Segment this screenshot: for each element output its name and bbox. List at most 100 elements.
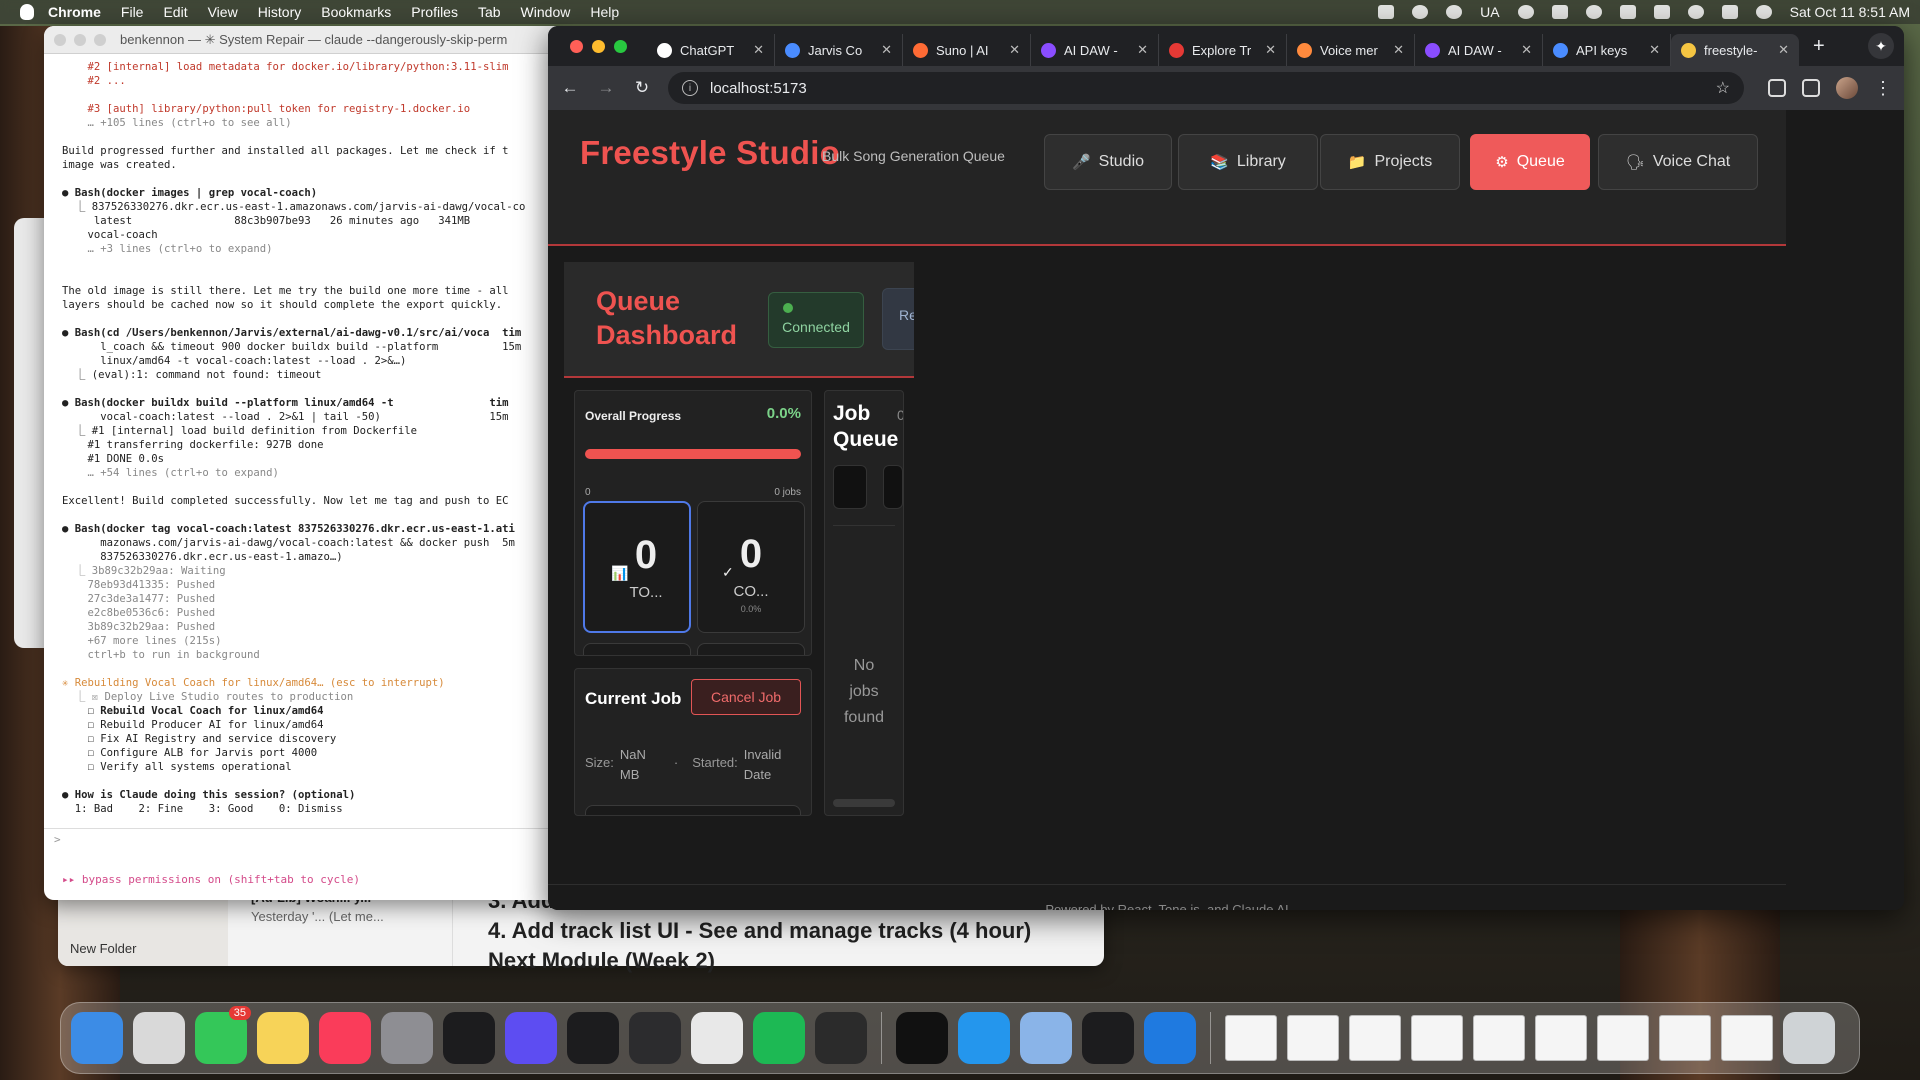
minimized-window-thumbnail[interactable] [1349, 1015, 1401, 1061]
settings-icon[interactable] [381, 1012, 433, 1064]
minimized-window-thumbnail[interactable] [1535, 1015, 1587, 1061]
close-tab-icon[interactable]: ✕ [1265, 42, 1276, 58]
nav-queue-button[interactable]: ⚙ Queue [1470, 134, 1590, 190]
zoom-icon[interactable] [94, 33, 106, 46]
close-icon[interactable] [570, 39, 583, 53]
address-bar[interactable]: i localhost:5173 ☆ [668, 72, 1744, 104]
instruments-icon[interactable] [443, 1012, 495, 1064]
terminal-icon[interactable] [896, 1012, 948, 1064]
forward-icon[interactable]: → [596, 78, 616, 98]
minimize-icon[interactable] [74, 33, 86, 46]
status-app-icon[interactable] [1551, 5, 1568, 19]
minimize-icon[interactable] [592, 39, 605, 53]
minimized-window-thumbnail[interactable] [1597, 1015, 1649, 1061]
browser-tab[interactable]: API keys ✕ [1543, 34, 1671, 66]
menu-item[interactable]: Help [590, 4, 619, 20]
control-center-icon[interactable] [1721, 5, 1738, 19]
browser-tab[interactable]: AI DAW - ✕ [1415, 34, 1543, 66]
voice-memos-icon[interactable] [1082, 1012, 1134, 1064]
preview-icon[interactable] [1020, 1012, 1072, 1064]
trash-icon[interactable] [1783, 1012, 1835, 1064]
extensions-icon[interactable] [1768, 79, 1786, 97]
gemini-icon[interactable]: ✦ [1868, 33, 1894, 59]
back-icon[interactable]: ← [560, 78, 580, 98]
minimized-window-thumbnail[interactable] [1659, 1015, 1711, 1061]
close-tab-icon[interactable]: ✕ [1137, 42, 1148, 58]
menu-item[interactable]: Profiles [411, 4, 458, 20]
logic-icon[interactable] [629, 1012, 681, 1064]
bookmark-star-icon[interactable]: ☆ [1716, 78, 1730, 98]
chrome-icon[interactable] [691, 1012, 743, 1064]
music-icon[interactable] [319, 1012, 371, 1064]
menu-item[interactable]: Window [521, 4, 571, 20]
zoom-icon[interactable] [614, 39, 627, 53]
menu-kebab-icon[interactable]: ⋮ [1874, 78, 1892, 99]
search-icon[interactable] [1687, 5, 1704, 19]
horizontal-scrollbar[interactable] [833, 799, 895, 807]
weather-icon[interactable] [1378, 5, 1395, 19]
launchpad-icon[interactable] [133, 1012, 185, 1064]
menu-app-name[interactable]: Chrome [48, 4, 101, 20]
docker-icon[interactable] [958, 1012, 1010, 1064]
cast-icon[interactable] [1802, 79, 1820, 97]
nav-studio-button[interactable]: 🎤 Studio [1044, 134, 1172, 190]
close-tab-icon[interactable]: ✕ [753, 42, 764, 58]
nav-library-button[interactable]: 📚 Library [1178, 134, 1318, 190]
menu-datetime[interactable]: Sat Oct 11 8:51 AM [1790, 4, 1910, 20]
browser-tab[interactable]: Voice mer ✕ [1287, 34, 1415, 66]
close-tab-icon[interactable]: ✕ [1778, 42, 1789, 58]
filter-chip[interactable] [883, 465, 903, 509]
close-tab-icon[interactable]: ✕ [1393, 42, 1404, 58]
filter-chip[interactable] [833, 465, 867, 509]
cancel-job-button[interactable]: Cancel Job [691, 679, 801, 715]
input-language[interactable]: UA [1480, 4, 1499, 20]
refresh-button[interactable]: Refre [882, 288, 914, 350]
browser-tab[interactable]: ChatGPT ✕ [647, 34, 775, 66]
menu-item[interactable]: History [258, 4, 302, 20]
close-icon[interactable] [54, 33, 66, 46]
atom-icon[interactable] [815, 1012, 867, 1064]
menu-item[interactable]: Edit [163, 4, 187, 20]
profile-avatar[interactable] [1836, 77, 1858, 99]
browser-tab[interactable]: Suno | AI ✕ [903, 34, 1031, 66]
stat-completed-card[interactable]: ✓ 0 CO... 0.0% [697, 501, 805, 633]
menu-item[interactable]: File [121, 4, 144, 20]
close-tab-icon[interactable]: ✕ [1521, 42, 1532, 58]
status-app-icon[interactable] [1446, 5, 1463, 19]
menu-item[interactable]: Tab [478, 4, 501, 20]
finder-icon[interactable] [71, 1012, 123, 1064]
reload-icon[interactable]: ↻ [632, 78, 652, 98]
close-tab-icon[interactable]: ✕ [1649, 42, 1660, 58]
minimized-window-thumbnail[interactable] [1225, 1015, 1277, 1061]
browser-tab[interactable]: Jarvis Co ✕ [775, 34, 903, 66]
terminal-input[interactable]: > [44, 828, 564, 850]
battery-icon[interactable] [1619, 5, 1636, 19]
menu-item[interactable]: View [208, 4, 238, 20]
apple-icon[interactable] [20, 4, 34, 20]
minimized-window-thumbnail[interactable] [1287, 1015, 1339, 1061]
menu-item[interactable]: Bookmarks [321, 4, 391, 20]
minimized-window-thumbnail[interactable] [1473, 1015, 1525, 1061]
close-tab-icon[interactable]: ✕ [1009, 42, 1020, 58]
browser-tab[interactable]: freestyle- ✕ [1671, 34, 1799, 66]
nav-projects-button[interactable]: 📁 Projects [1320, 134, 1460, 190]
siri-icon[interactable] [1755, 5, 1772, 19]
minimized-window-thumbnail[interactable] [1721, 1015, 1773, 1061]
arc-icon[interactable] [505, 1012, 557, 1064]
browser-tab[interactable]: AI DAW - ✕ [1031, 34, 1159, 66]
close-tab-icon[interactable]: ✕ [881, 42, 892, 58]
notes-icon[interactable] [257, 1012, 309, 1064]
minimized-window-thumbnail[interactable] [1411, 1015, 1463, 1061]
wifi-icon[interactable] [1653, 5, 1670, 19]
sparkle-icon[interactable] [1412, 5, 1429, 19]
browser-tab[interactable]: Explore Tr ✕ [1159, 34, 1287, 66]
messages-icon[interactable]: 35 [195, 1006, 251, 1064]
play-icon[interactable] [1585, 5, 1602, 19]
xcode-icon[interactable] [1144, 1012, 1196, 1064]
url-text[interactable]: localhost:5173 [710, 80, 807, 97]
stat-total-card[interactable]: 📊 0 TO... [583, 501, 691, 633]
mixer-icon[interactable] [567, 1012, 619, 1064]
stat-card[interactable]: 0 [583, 643, 691, 655]
new-tab-button[interactable]: + [1813, 35, 1825, 58]
new-folder-button[interactable]: New Folder [70, 941, 136, 956]
